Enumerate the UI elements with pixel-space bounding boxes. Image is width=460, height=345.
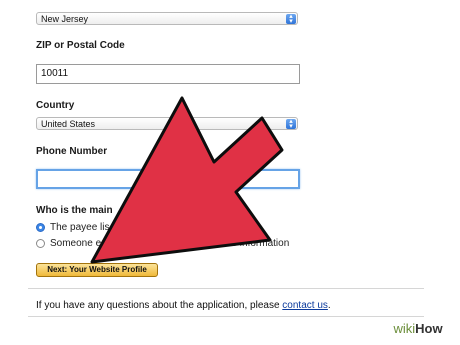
watermark-part1: wiki (393, 321, 416, 336)
application-form: New Jersey ▴ ▾ ZIP or Postal Code 10011 C… (0, 0, 460, 345)
arrow-shape (90, 96, 284, 264)
wikihow-watermark: wikiHow (382, 320, 454, 338)
red-arrow-annotation (90, 96, 284, 264)
watermark-part2: How (415, 321, 443, 336)
